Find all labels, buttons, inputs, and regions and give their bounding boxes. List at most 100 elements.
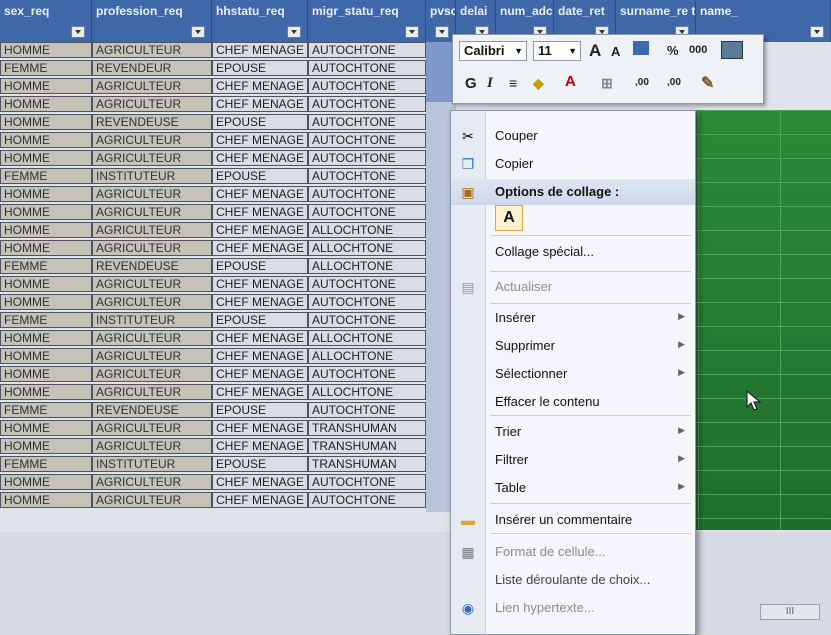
table-cell[interactable]: AGRICULTEUR xyxy=(92,294,212,310)
borders-icon[interactable]: ⊞ xyxy=(601,75,613,92)
table-cell[interactable]: AUTOCHTONE xyxy=(308,60,426,76)
table-cell[interactable]: EPOUSE xyxy=(212,456,308,472)
table-cell[interactable]: FEMME xyxy=(0,312,92,328)
table-cell[interactable]: CHEF MENAGE xyxy=(212,474,308,490)
table-cell[interactable]: ALLOCHTONE xyxy=(308,348,426,364)
menu-item-dropdown-list[interactable]: Liste déroulante de choix... xyxy=(451,567,695,593)
filter-dropdown-icon[interactable] xyxy=(810,26,824,38)
menu-item-format-cells[interactable]: ▦ Format de cellule... xyxy=(451,539,695,565)
filter-dropdown-icon[interactable] xyxy=(71,26,85,38)
table-cell[interactable]: HOMME xyxy=(0,420,92,436)
table-cell[interactable]: AUTOCHTONE xyxy=(308,294,426,310)
table-cell[interactable]: CHEF MENAGE xyxy=(212,132,308,148)
format-painter-grid-icon[interactable] xyxy=(721,41,743,59)
decrease-decimal-button[interactable]: ,00 xyxy=(667,77,681,88)
table-cell[interactable]: ALLOCHTONE xyxy=(308,384,426,400)
table-cell[interactable]: CHEF MENAGE xyxy=(212,240,308,256)
table-cell[interactable]: EPOUSE xyxy=(212,60,308,76)
table-cell[interactable]: AUTOCHTONE xyxy=(308,114,426,130)
table-cell[interactable]: AUTOCHTONE xyxy=(308,132,426,148)
table-cell[interactable]: FEMME xyxy=(0,168,92,184)
grow-font-button[interactable]: A xyxy=(589,41,601,61)
table-cell[interactable]: TRANSHUMAN xyxy=(308,420,426,436)
table-cell[interactable]: AGRICULTEUR xyxy=(92,240,212,256)
table-cell[interactable]: TRANSHUMAN xyxy=(308,438,426,454)
table-cell[interactable]: HOMME xyxy=(0,204,92,220)
bold-button[interactable]: G xyxy=(465,75,477,92)
menu-item-insert-comment[interactable]: ▬ Insérer un commentaire xyxy=(451,507,695,533)
table-cell[interactable]: AGRICULTEUR xyxy=(92,78,212,94)
table-cell[interactable]: HOMME xyxy=(0,492,92,508)
table-cell[interactable]: AUTOCHTONE xyxy=(308,168,426,184)
table-cell[interactable]: HOMME xyxy=(0,150,92,166)
table-cell[interactable]: AGRICULTEUR xyxy=(92,492,212,508)
table-cell[interactable]: CHEF MENAGE xyxy=(212,492,308,508)
table-cell[interactable]: HOMME xyxy=(0,96,92,112)
table-cell[interactable]: INSTITUTEUR xyxy=(92,312,212,328)
table-cell[interactable]: AUTOCHTONE xyxy=(308,150,426,166)
menu-item-copy[interactable]: ❐ Copier xyxy=(451,151,695,177)
table-cell[interactable]: CHEF MENAGE xyxy=(212,420,308,436)
table-cell[interactable]: HOMME xyxy=(0,222,92,238)
chevron-down-icon[interactable]: ▼ xyxy=(568,42,577,60)
empty-sheet-area[interactable] xyxy=(0,532,831,635)
table-cell[interactable]: ALLOCHTONE xyxy=(308,258,426,274)
table-cell[interactable]: CHEF MENAGE xyxy=(212,222,308,238)
table-cell[interactable]: AGRICULTEUR xyxy=(92,204,212,220)
table-cell[interactable]: REVENDEUSE xyxy=(92,258,212,274)
table-cell[interactable]: HOMME xyxy=(0,294,92,310)
table-cell[interactable]: HOMME xyxy=(0,474,92,490)
align-center-icon[interactable]: ≡ xyxy=(509,75,517,91)
table-cell[interactable]: HOMME xyxy=(0,78,92,94)
filter-dropdown-icon[interactable] xyxy=(405,26,419,38)
table-cell[interactable]: AUTOCHTONE xyxy=(308,78,426,94)
table-cell[interactable]: CHEF MENAGE xyxy=(212,438,308,454)
menu-item-clear[interactable]: Effacer le contenu xyxy=(451,389,695,415)
table-cell[interactable]: AGRICULTEUR xyxy=(92,348,212,364)
table-cell[interactable]: AUTOCHTONE xyxy=(308,402,426,418)
table-cell[interactable]: AUTOCHTONE xyxy=(308,204,426,220)
horizontal-scrollbar[interactable]: III xyxy=(760,604,820,620)
table-cell[interactable]: HOMME xyxy=(0,240,92,256)
table-cell[interactable]: ALLOCHTONE xyxy=(308,330,426,346)
table-cell[interactable]: AGRICULTEUR xyxy=(92,222,212,238)
table-cell[interactable]: AGRICULTEUR xyxy=(92,150,212,166)
filter-dropdown-icon[interactable] xyxy=(435,26,449,38)
filter-dropdown-icon[interactable] xyxy=(191,26,205,38)
column-header[interactable]: hhstatu_req xyxy=(212,0,308,42)
table-cell[interactable]: AGRICULTEUR xyxy=(92,366,212,382)
menu-item-sort[interactable]: Trier ▶ xyxy=(451,419,695,445)
table-cell[interactable]: AUTOCHTONE xyxy=(308,312,426,328)
table-cell[interactable]: HOMME xyxy=(0,186,92,202)
font-size-input[interactable]: 11 ▼ xyxy=(533,41,581,61)
table-cell[interactable]: REVENDEUSE xyxy=(92,114,212,130)
table-cell[interactable]: CHEF MENAGE xyxy=(212,204,308,220)
paste-button[interactable]: A xyxy=(495,205,523,231)
table-cell[interactable]: FEMME xyxy=(0,258,92,274)
table-cell[interactable]: AUTOCHTONE xyxy=(308,186,426,202)
table-cell[interactable]: AGRICULTEUR xyxy=(92,420,212,436)
table-cell[interactable]: AUTOCHTONE xyxy=(308,474,426,490)
table-cell[interactable]: AUTOCHTONE xyxy=(308,492,426,508)
table-cell[interactable]: INSTITUTEUR xyxy=(92,168,212,184)
table-cell[interactable]: AGRICULTEUR xyxy=(92,474,212,490)
table-cell[interactable]: AUTOCHTONE xyxy=(308,276,426,292)
table-cell[interactable]: FEMME xyxy=(0,402,92,418)
table-cell[interactable]: AGRICULTEUR xyxy=(92,42,212,58)
fill-color-icon[interactable]: ◆ xyxy=(533,75,544,92)
menu-item-select[interactable]: Sélectionner ▶ xyxy=(451,361,695,387)
column-header[interactable]: sex_req xyxy=(0,0,92,42)
table-cell[interactable]: AGRICULTEUR xyxy=(92,96,212,112)
table-cell[interactable]: EPOUSE xyxy=(212,402,308,418)
table-cell[interactable]: HOMME xyxy=(0,276,92,292)
menu-item-cut[interactable]: ✂ Couper xyxy=(451,123,695,149)
italic-button[interactable]: I xyxy=(487,75,493,92)
table-cell[interactable]: HOMME xyxy=(0,438,92,454)
chevron-down-icon[interactable]: ▼ xyxy=(514,42,523,60)
table-cell[interactable]: HOMME xyxy=(0,330,92,346)
menu-item-paste-special[interactable]: Collage spécial... xyxy=(451,239,695,265)
table-cell[interactable]: CHEF MENAGE xyxy=(212,186,308,202)
table-cell[interactable]: AGRICULTEUR xyxy=(92,330,212,346)
menu-item-refresh[interactable]: ▤ Actualiser xyxy=(451,274,695,300)
table-cell[interactable]: AUTOCHTONE xyxy=(308,42,426,58)
